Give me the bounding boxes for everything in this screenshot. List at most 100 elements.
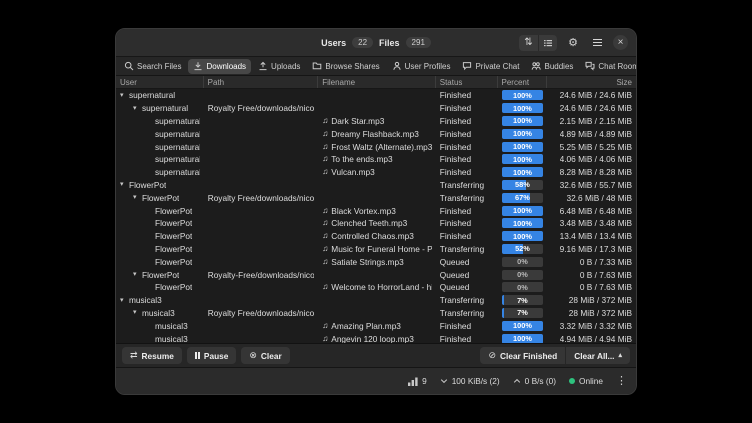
online-status[interactable]: Online	[569, 376, 603, 386]
progress-bar: 7%	[502, 308, 544, 318]
table-row[interactable]: ▾ supernatural ♫ Frost Waltz (Alternate)…	[116, 140, 636, 153]
row-filename: Frost Waltz (Alternate).mp3	[331, 142, 432, 152]
table-row[interactable]: ▾ musical3 ♫ Angevin 120 loop.mp3 Finish…	[116, 332, 636, 343]
row-filename: Dreamy Flashback.mp3	[331, 129, 419, 139]
list-view-toggle-button[interactable]	[538, 35, 557, 51]
row-status: Finished	[440, 142, 471, 152]
progress-bar: 100%	[502, 103, 544, 113]
table-row[interactable]: ▾ FlowerPot ♫ Music for Funeral Home - P…	[116, 243, 636, 256]
expander-icon[interactable]: ▾	[133, 271, 142, 278]
expander-icon[interactable]: ▾	[120, 181, 129, 188]
clear-group: ⊘ Clear Finished Clear All... ▴	[480, 347, 630, 364]
app-window: Users 22 Files 291 ⇅ ⚙	[115, 28, 637, 395]
column-header-percent[interactable]: Percent	[498, 76, 548, 88]
search-icon	[124, 61, 134, 71]
expander-icon[interactable]: ▾	[133, 105, 142, 112]
row-status: Finished	[440, 90, 471, 100]
table-row[interactable]: ▾ supernatural ♫ Vulcan.mp3 Finished 100…	[116, 166, 636, 179]
column-header-filename[interactable]: Filename	[318, 76, 436, 88]
progress-percent: 67%	[502, 193, 544, 203]
clear-button[interactable]: ⊗ Clear	[241, 347, 289, 364]
tab-label: Downloads	[206, 62, 246, 71]
close-button[interactable]: ×	[613, 35, 628, 50]
table-row[interactable]: ▾ supernatural Royalty Free/downloads/ni…	[116, 102, 636, 115]
progress-bar: 100%	[502, 206, 544, 216]
table-row[interactable]: ▾ supernatural ♫ To the ends.mp3 Finishe…	[116, 153, 636, 166]
row-size: 8.28 MiB / 8.28 MiB	[560, 167, 632, 177]
row-user: supernatural	[129, 90, 175, 100]
connections-count: 9	[422, 376, 427, 386]
table-row[interactable]: ▾ FlowerPot Royalty-Free/downloads/nicot…	[116, 268, 636, 281]
row-size: 32.6 MiB / 48 MiB	[567, 193, 632, 203]
progress-bar: 100%	[502, 218, 544, 228]
tab-uploads[interactable]: Uploads	[253, 59, 305, 74]
table-row[interactable]: ▾ FlowerPot ♫ Black Vortex.mp3 Finished …	[116, 204, 636, 217]
titlebar: Users 22 Files 291 ⇅ ⚙	[116, 29, 636, 57]
row-size: 13.4 MiB / 13.4 MiB	[560, 231, 632, 241]
table-row[interactable]: ▾ FlowerPot Royalty Free/downloads/nicot…	[116, 191, 636, 204]
progress-bar: 100%	[502, 167, 544, 177]
tab-label: Chat Rooms	[598, 62, 637, 71]
table-row[interactable]: ▾ musical3 ♫ Amazing Plan.mp3 Finished 1…	[116, 319, 636, 332]
expander-icon[interactable]: ▾	[133, 194, 142, 201]
download-rate-indicator[interactable]: 100 KiB/s (2)	[440, 376, 500, 386]
tab-buddies[interactable]: Buddies	[526, 59, 578, 74]
progress-percent: 7%	[502, 295, 544, 305]
row-status: Transferring	[440, 193, 484, 203]
row-user: FlowerPot	[142, 270, 179, 280]
column-header-path[interactable]: Path	[204, 76, 319, 88]
progress-percent: 100%	[502, 129, 544, 139]
table-row[interactable]: ▾ FlowerPot ♫ Clenched Teeth.mp3 Finishe…	[116, 217, 636, 230]
row-filename: Music for Funeral Home - Part …	[331, 244, 432, 254]
row-size: 32.6 MiB / 55.7 MiB	[560, 180, 632, 190]
tab-search-files[interactable]: Search Files	[119, 59, 186, 74]
row-user: FlowerPot	[155, 206, 192, 216]
table-row[interactable]: ▾ FlowerPot ♫ Controlled Chaos.mp3 Finis…	[116, 230, 636, 243]
clear-finished-button[interactable]: ⊘ Clear Finished	[480, 347, 566, 364]
table-row[interactable]: ▾ FlowerPot ♫ Satiate Strings.mp3 Queued…	[116, 255, 636, 268]
row-status: Finished	[440, 167, 471, 177]
progress-percent: 100%	[502, 90, 544, 100]
statusbar-menu-button[interactable]: ⋮	[616, 376, 627, 387]
column-header-size[interactable]: Size	[547, 76, 636, 88]
tab-user-profiles[interactable]: User Profiles	[387, 59, 456, 74]
table-row[interactable]: ▾ FlowerPot ♫ Welcome to HorrorLand - hi…	[116, 281, 636, 294]
column-header-user[interactable]: User	[116, 76, 204, 88]
upload-rate-indicator[interactable]: 0 B/s (0)	[513, 376, 556, 386]
row-size: 4.89 MiB / 4.89 MiB	[560, 129, 632, 139]
table-row[interactable]: ▾ musical3 Transferring 7% 28 MiB / 372 …	[116, 294, 636, 307]
table-row[interactable]: ▾ FlowerPot Transferring 58% 32.6 MiB / …	[116, 179, 636, 192]
table-row[interactable]: ▾ musical3 Royalty Free/downloads/nicoti…	[116, 307, 636, 320]
row-user: supernatural	[142, 103, 188, 113]
tab-downloads[interactable]: Downloads	[188, 59, 251, 74]
progress-percent: 100%	[502, 103, 544, 113]
column-header-status[interactable]: Status	[436, 76, 498, 88]
clear-finished-label: Clear Finished	[500, 351, 557, 361]
row-user: supernatural	[155, 142, 200, 152]
expander-icon[interactable]: ▾	[120, 297, 129, 304]
resume-label: Resume	[142, 351, 174, 361]
pause-button[interactable]: Pause	[187, 347, 237, 364]
music-note-icon: ♫	[322, 143, 328, 151]
row-size: 24.6 MiB / 24.6 MiB	[560, 103, 632, 113]
progress-bar: 58%	[502, 180, 544, 190]
tab-chat-rooms[interactable]: Chat Rooms	[580, 59, 637, 74]
connections-indicator[interactable]: 9	[408, 376, 427, 386]
table-row[interactable]: ▾ supernatural Finished 100% 24.6 MiB / …	[116, 89, 636, 102]
preferences-button[interactable]: ⚙	[565, 35, 581, 51]
row-size: 3.48 MiB / 3.48 MiB	[560, 218, 632, 228]
tab-browse-shares[interactable]: Browse Shares	[307, 59, 384, 74]
tab-private-chat[interactable]: Private Chat	[457, 59, 524, 74]
expander-icon[interactable]: ▾	[120, 92, 129, 99]
row-filename: Black Vortex.mp3	[331, 206, 396, 216]
tab-label: Buddies	[544, 62, 573, 71]
main-menu-button[interactable]	[589, 35, 605, 51]
table-row[interactable]: ▾ supernatural ♫ Dark Star.mp3 Finished …	[116, 115, 636, 128]
resume-button[interactable]: ⇄ Resume	[122, 347, 182, 364]
progress-percent: 58%	[502, 180, 544, 190]
expander-icon[interactable]: ▾	[133, 309, 142, 316]
transfers-toggle-button[interactable]: ⇅	[519, 35, 538, 51]
table-row[interactable]: ▾ supernatural ♫ Dreamy Flashback.mp3 Fi…	[116, 127, 636, 140]
row-user: supernatural	[155, 116, 200, 126]
clear-all-button[interactable]: Clear All... ▴	[566, 347, 630, 364]
